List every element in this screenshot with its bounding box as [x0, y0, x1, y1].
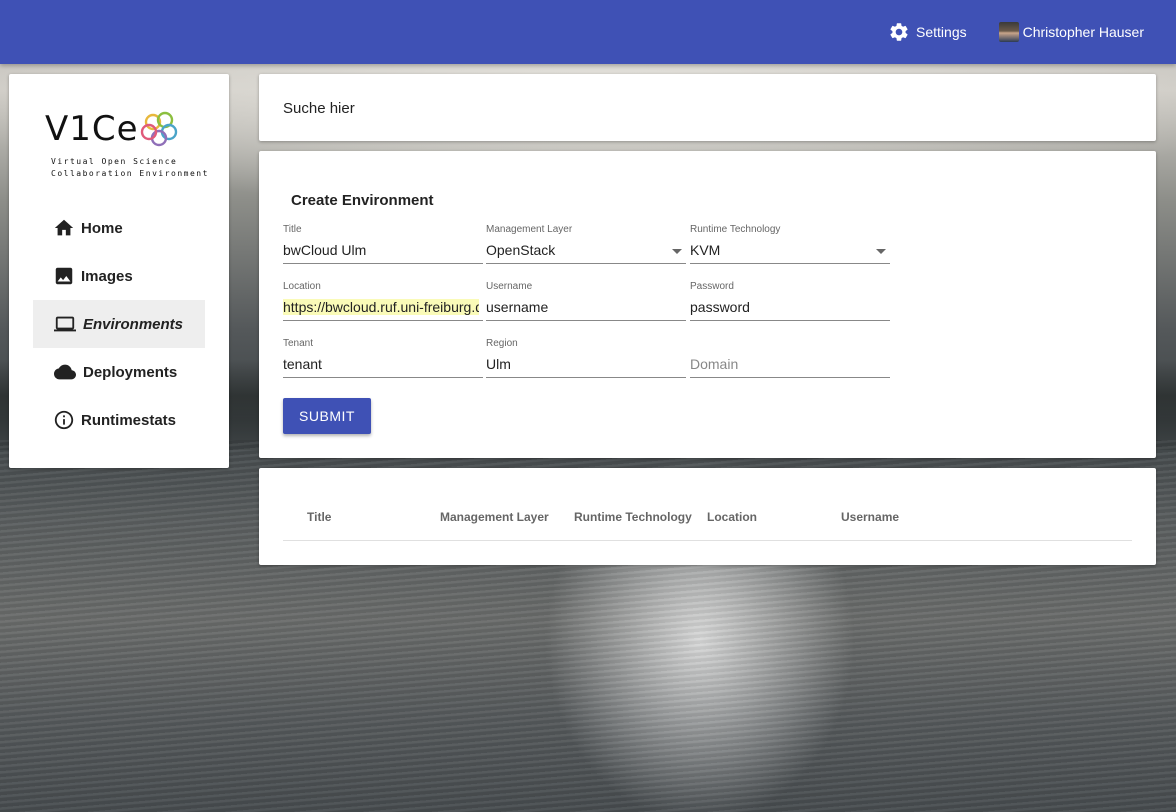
- column-header-username[interactable]: Username: [841, 510, 899, 524]
- sidebar-item-runtimestats[interactable]: Runtimestats: [33, 396, 205, 444]
- sidebar-item-home[interactable]: Home: [33, 204, 205, 252]
- column-header-location[interactable]: Location: [707, 510, 757, 524]
- sidebar-item-environments[interactable]: Environments: [33, 300, 205, 348]
- home-icon: [54, 219, 74, 236]
- title-field[interactable]: Title bwCloud Ulm: [283, 224, 483, 264]
- dropdown-arrow-icon: [876, 249, 886, 254]
- sidebar-item-label: Deployments: [83, 363, 178, 381]
- settings-label: Settings: [916, 24, 967, 40]
- submit-button[interactable]: SUBMIT: [283, 398, 371, 434]
- logo-subtitle-line1: Virtual Open Science: [51, 157, 178, 166]
- sidebar-item-images[interactable]: Images: [33, 252, 205, 300]
- image-icon: [55, 267, 73, 285]
- field-value: tenant: [283, 356, 322, 372]
- field-label: Location: [283, 281, 321, 292]
- environments-table: Title Management Layer Runtime Technolog…: [259, 468, 1156, 565]
- field-value: OpenStack: [486, 242, 556, 258]
- field-label: Runtime Technology: [690, 224, 781, 235]
- table-header: Title Management Layer Runtime Technolog…: [283, 492, 1132, 541]
- laptop-icon: [54, 316, 76, 332]
- location-field[interactable]: Location https://bwcloud.ruf.uni-freibur…: [283, 281, 483, 321]
- field-label: Management Layer: [486, 224, 573, 235]
- field-label: Title: [283, 224, 302, 235]
- sidebar: V1Ce Virtual Open Science Collaboration …: [9, 74, 229, 468]
- create-environment-form: Create Environment Title bwCloud Ulm Man…: [259, 151, 1156, 458]
- field-value: bwCloud Ulm: [283, 242, 367, 258]
- field-value: Ulm: [486, 356, 511, 372]
- management-layer-select[interactable]: Management Layer OpenStack: [486, 224, 686, 264]
- domain-field[interactable]: Domain: [690, 338, 890, 378]
- logo-subtitle-line2: Collaboration Environment: [51, 169, 209, 178]
- dropdown-arrow-icon: [672, 249, 682, 254]
- sidebar-nav: Home Images Environments Deployments Run…: [33, 204, 205, 444]
- sidebar-item-label: Home: [81, 219, 123, 237]
- tenant-field[interactable]: Tenant tenant: [283, 338, 483, 378]
- form-title: Create Environment: [291, 192, 434, 209]
- field-label: Password: [690, 281, 734, 292]
- field-value: username: [486, 299, 549, 315]
- field-value: https://bwcloud.ruf.uni-freiburg.de: [283, 299, 479, 315]
- sidebar-item-label: Images: [81, 267, 133, 285]
- vice-logo: V1Ce Virtual Open Science Collaboration …: [45, 109, 207, 182]
- runtime-technology-select[interactable]: Runtime Technology KVM: [690, 224, 890, 264]
- field-label: Region: [486, 338, 518, 349]
- field-label: Tenant: [283, 338, 314, 349]
- rings-icon: [140, 111, 178, 147]
- settings-button[interactable]: Settings: [888, 21, 967, 43]
- search-card: [259, 74, 1156, 141]
- cloud-icon: [54, 364, 76, 380]
- column-header-management-layer[interactable]: Management Layer: [440, 510, 549, 524]
- password-field[interactable]: Password password: [690, 281, 890, 321]
- region-field[interactable]: Region Ulm: [486, 338, 686, 378]
- field-placeholder: Domain: [690, 356, 739, 372]
- column-header-title[interactable]: Title: [307, 510, 331, 524]
- gear-icon: [890, 23, 908, 41]
- sidebar-item-label: Environments: [83, 315, 184, 333]
- user-menu[interactable]: Christopher Hauser: [998, 22, 1144, 42]
- search-input[interactable]: [283, 96, 1123, 120]
- field-label: Username: [486, 281, 533, 292]
- field-value: KVM: [690, 242, 721, 258]
- avatar: [998, 22, 1019, 42]
- logo-mark: V1Ce: [45, 109, 139, 149]
- sidebar-item-deployments[interactable]: Deployments: [33, 348, 205, 396]
- column-header-runtime-technology[interactable]: Runtime Technology: [574, 510, 692, 524]
- info-icon: [54, 410, 74, 430]
- user-name: Christopher Hauser: [1022, 24, 1144, 40]
- top-app-bar: Settings Christopher Hauser: [0, 0, 1176, 64]
- username-field[interactable]: Username username: [486, 281, 686, 321]
- sidebar-item-label: Runtimestats: [81, 411, 177, 429]
- field-value: password: [690, 299, 750, 315]
